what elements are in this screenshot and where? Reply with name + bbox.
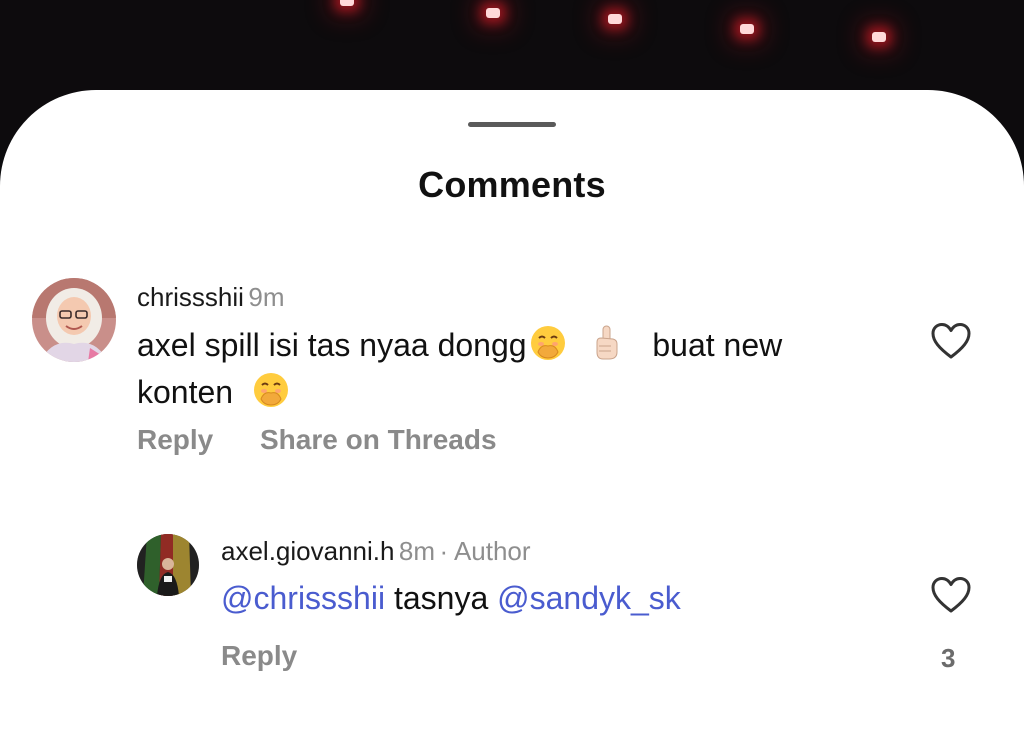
avatar[interactable] <box>32 278 116 362</box>
comment-text-part: buat new <box>652 327 783 363</box>
mention-link[interactable]: @chrissshii <box>221 580 385 616</box>
background-light <box>872 32 886 42</box>
background-light <box>608 14 622 24</box>
like-heart-icon[interactable] <box>930 576 972 619</box>
share-on-threads-button[interactable]: Share on Threads <box>260 424 497 456</box>
reply-username[interactable]: axel.giovanni.h <box>221 536 394 566</box>
comment-username[interactable]: chrissshii <box>137 282 244 312</box>
reply-button[interactable]: Reply <box>137 424 213 456</box>
reply-button[interactable]: Reply <box>221 640 297 672</box>
like-count: 3 <box>941 643 956 673</box>
comment-text-part: axel spill isi tas nyaa dongg <box>137 327 527 363</box>
background-light <box>740 24 754 34</box>
reply-text: @chrissshii tasnya @sandyk_sk <box>221 578 881 618</box>
sheet-title: Comments <box>418 164 606 205</box>
comments-sheet: Comments chrissshii 9m axel spill isi ta… <box>0 90 1024 731</box>
background-light <box>486 8 500 18</box>
index-pointing-up-emoji <box>591 324 621 371</box>
comment-text-part: konten <box>137 374 234 410</box>
drag-handle[interactable] <box>468 122 556 127</box>
like-heart-icon[interactable] <box>930 322 972 365</box>
comment-time: 9m <box>248 282 285 312</box>
hand-over-mouth-emoji <box>252 371 290 418</box>
reply-time: 8m <box>398 536 436 566</box>
background-light <box>340 0 354 6</box>
reply-text-part: tasnya <box>393 580 489 616</box>
mention-link[interactable]: @sandyk_sk <box>497 580 681 616</box>
author-badge: · Author <box>439 536 531 566</box>
avatar[interactable] <box>137 534 199 596</box>
reply-header: axel.giovanni.h 8m · Author <box>221 536 531 567</box>
hand-over-mouth-emoji <box>529 324 567 371</box>
comment-text: axel spill isi tas nyaa dongg buat new k… <box>137 324 897 418</box>
comment-header: chrissshii 9m <box>137 282 285 313</box>
